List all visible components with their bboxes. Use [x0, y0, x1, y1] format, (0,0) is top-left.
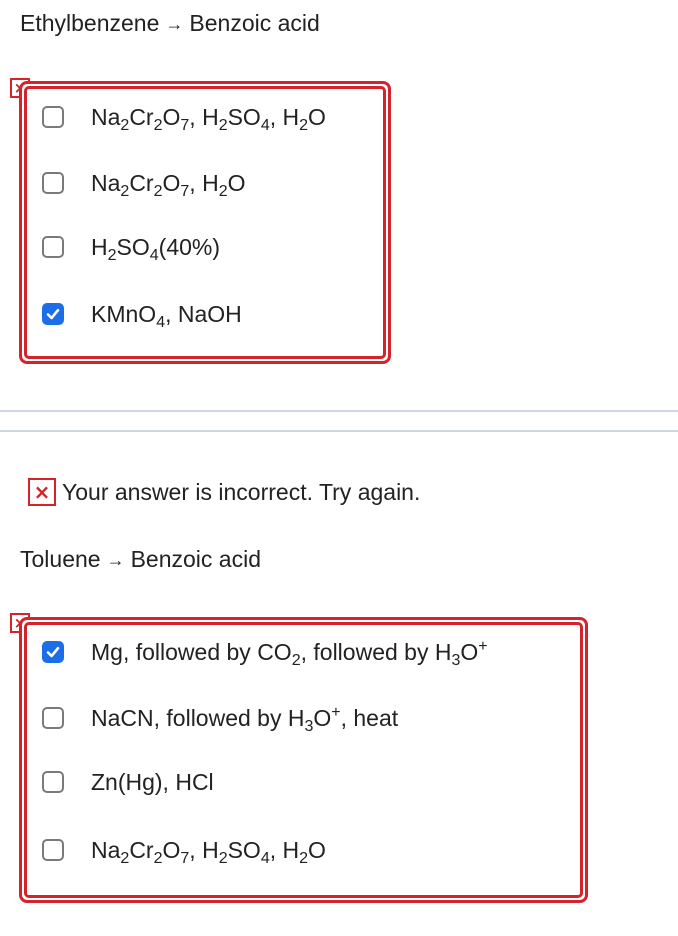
checkmark-icon — [46, 646, 60, 658]
question-2-to: Benzoic acid — [130, 546, 261, 572]
question-1-title: Ethylbenzene → Benzoic acid — [20, 10, 320, 37]
divider — [0, 410, 678, 412]
question-1-option[interactable]: Na2Cr2O7, H2SO4, H2O — [42, 102, 326, 134]
answer-checkbox[interactable] — [42, 839, 64, 861]
answer-checkbox[interactable] — [42, 106, 64, 128]
answer-checkbox[interactable] — [42, 707, 64, 729]
feedback-text: Your answer is incorrect. Try again. — [62, 478, 421, 505]
question-1-option[interactable]: H2SO4(40%) — [42, 232, 221, 264]
arrow-icon: → — [106, 550, 125, 570]
answer-checkbox[interactable] — [42, 771, 64, 793]
answer-label: H2SO4(40%) — [91, 233, 221, 264]
question-1-from: Ethylbenzene — [20, 10, 160, 36]
feedback-message: × Your answer is incorrect. Try again. — [28, 478, 420, 506]
answer-checkbox[interactable] — [42, 172, 64, 194]
question-2-from: Toluene — [20, 546, 101, 572]
question-2-option[interactable]: Mg, followed by CO2, followed by H3O+ — [42, 637, 488, 669]
question-1-option[interactable]: KMnO4, NaOH — [42, 299, 242, 331]
answer-label: Mg, followed by CO2, followed by H3O+ — [91, 637, 488, 669]
answer-label: NaCN, followed by H3O+, heat — [91, 703, 399, 735]
question-1-option[interactable]: Na2Cr2O7, H2O — [42, 168, 246, 200]
question-2-option[interactable]: NaCN, followed by H3O+, heat — [42, 703, 399, 735]
arrow-icon: → — [165, 14, 184, 34]
answer-checkbox[interactable] — [42, 303, 64, 325]
answer-checkbox[interactable] — [42, 236, 64, 258]
question-2-option[interactable]: Zn(Hg), HCl — [42, 767, 214, 797]
question-2-title: Toluene → Benzoic acid — [20, 546, 261, 573]
question-1-to: Benzoic acid — [189, 10, 320, 36]
answer-label: Na2Cr2O7, H2SO4, H2O — [91, 836, 326, 867]
checkmark-icon — [46, 308, 60, 320]
question-2-option[interactable]: Na2Cr2O7, H2SO4, H2O — [42, 835, 326, 867]
question-2-options-box: Mg, followed by CO2, followed by H3O+ Na… — [19, 617, 588, 903]
divider — [0, 430, 678, 432]
question-1-options-box: Na2Cr2O7, H2SO4, H2O Na2Cr2O7, H2O H2SO4… — [19, 81, 391, 364]
answer-label: Zn(Hg), HCl — [91, 768, 214, 795]
answer-checkbox[interactable] — [42, 641, 64, 663]
answer-label: Na2Cr2O7, H2SO4, H2O — [91, 103, 326, 134]
incorrect-icon: × — [28, 478, 56, 506]
answer-label: Na2Cr2O7, H2O — [91, 169, 246, 200]
answer-label: KMnO4, NaOH — [91, 300, 242, 331]
